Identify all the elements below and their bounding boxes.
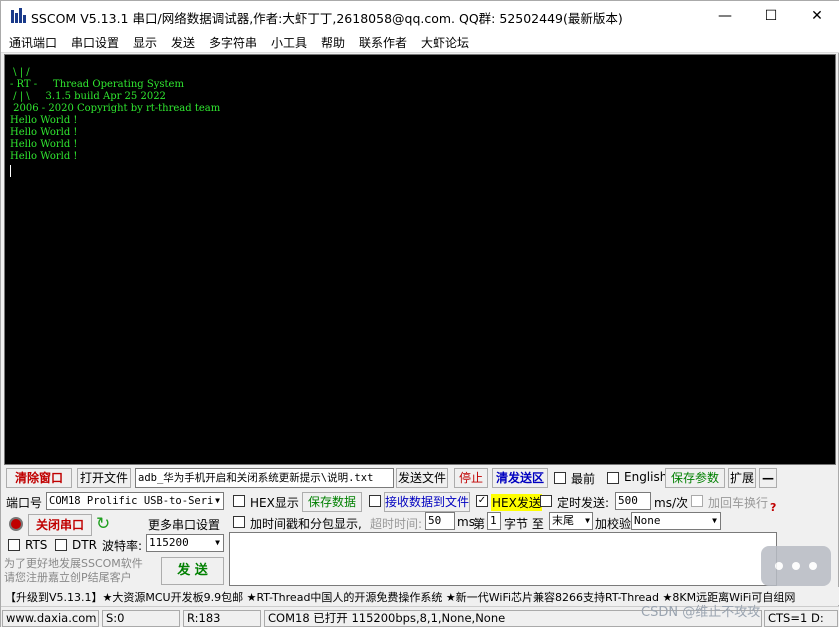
- more-port-settings-link[interactable]: 更多串口设置: [148, 516, 220, 533]
- open-file-button[interactable]: 打开文件: [77, 468, 131, 488]
- timed-send-label: 定时发送:: [557, 496, 610, 510]
- status-cts: CTS=1 D:: [764, 610, 838, 627]
- send-textarea[interactable]: [229, 532, 777, 586]
- clear-window-button[interactable]: 清除窗口: [6, 468, 72, 488]
- english-label: English: [624, 470, 668, 484]
- menu-forum[interactable]: 大虾论坛: [421, 34, 469, 51]
- timestamp-label: 加时间戳和分包显示,: [250, 517, 362, 531]
- dtr-label: DTR: [72, 538, 97, 552]
- sscom-window: SSCOM V5.13.1 串口/网络数据调试器,作者:大虾丁丁,2618058…: [0, 0, 839, 627]
- clear-send-button[interactable]: 清发送区: [492, 468, 548, 488]
- maximize-button[interactable]: ☐: [748, 1, 794, 31]
- chat-dot-icon: [809, 562, 817, 570]
- add-crlf-label: 加回车换行: [708, 496, 769, 510]
- timed-unit-label: ms/次: [654, 496, 688, 510]
- baud-select[interactable]: 115200 ▼: [146, 534, 224, 552]
- status-received: R:183: [183, 610, 261, 627]
- add-crlf-checkbox[interactable]: [691, 495, 703, 507]
- send-file-button[interactable]: 发送文件: [396, 468, 448, 488]
- expand-button[interactable]: 扩展: [728, 468, 756, 488]
- timed-send-checkbox[interactable]: [540, 495, 552, 507]
- byte-to-label: 字节 至: [504, 517, 544, 531]
- stop-button[interactable]: 停止: [454, 468, 488, 488]
- status-sent: S:0: [102, 610, 180, 627]
- nth-label: 第: [473, 517, 486, 531]
- timeout-label: 超时时间:: [370, 517, 423, 531]
- hex-send-label: HEX发送: [491, 494, 542, 511]
- chevron-down-icon: ▼: [215, 538, 220, 547]
- checksum-select[interactable]: None ▼: [631, 512, 721, 530]
- dtr-checkbox[interactable]: [55, 539, 67, 551]
- text-cursor: [10, 165, 11, 177]
- menu-comm-port[interactable]: 通讯端口: [9, 34, 57, 51]
- menu-bar: 通讯端口 串口设置 显示 发送 多字符串 小工具 帮助 联系作者 大虾论坛: [1, 31, 839, 53]
- help-icon[interactable]: ?: [770, 501, 776, 514]
- menu-send[interactable]: 发送: [171, 34, 195, 51]
- close-port-button[interactable]: 关闭串口: [28, 514, 92, 536]
- file-path-field[interactable]: adb_华为手机开启和关闭系统更新提示\说明.txt: [135, 468, 394, 488]
- chat-bubble-icon[interactable]: [761, 546, 831, 586]
- baud-select-value: 115200: [149, 536, 189, 549]
- menu-help[interactable]: 帮助: [321, 34, 345, 51]
- menu-multi-string[interactable]: 多字符串: [209, 34, 257, 51]
- end-byte-select[interactable]: 末尾 ▼: [549, 512, 593, 530]
- start-byte-input[interactable]: 1: [487, 512, 501, 530]
- close-button[interactable]: ✕: [794, 1, 839, 31]
- chevron-down-icon: ▼: [712, 516, 717, 525]
- terminal-output: \ | / - RT - Thread Operating System / |…: [10, 67, 221, 162]
- port-status-icon: [9, 517, 23, 531]
- topmost-checkbox[interactable]: [554, 472, 566, 484]
- promo-line-1: 为了更好地发展SSCOM软件: [4, 557, 143, 570]
- timeout-input[interactable]: 50: [425, 512, 455, 530]
- port-select-value: COM18 Prolific USB-to-Seri: [49, 495, 214, 507]
- checksum-value: None: [634, 514, 661, 527]
- hex-send-checkbox[interactable]: ✓: [476, 495, 488, 507]
- hex-display-checkbox[interactable]: [233, 495, 245, 507]
- promo-text: 为了更好地发展SSCOM软件 请您注册嘉立创P结尾客户: [4, 557, 143, 585]
- baud-label: 波特率:: [102, 539, 143, 553]
- chat-dot-icon: [775, 562, 783, 570]
- timestamp-checkbox[interactable]: [233, 516, 245, 528]
- save-data-button[interactable]: 保存数据: [302, 492, 362, 512]
- english-checkbox[interactable]: [607, 472, 619, 484]
- receive-terminal[interactable]: \ | / - RT - Thread Operating System / |…: [4, 54, 836, 465]
- collapse-button[interactable]: —: [759, 468, 777, 488]
- recv-to-file-button[interactable]: 接收数据到文件: [384, 492, 470, 512]
- end-byte-value: 末尾: [552, 514, 574, 527]
- promo-line-2: 请您注册嘉立创P结尾客户: [4, 571, 132, 584]
- chat-dot-icon: [792, 562, 800, 570]
- minimize-button[interactable]: —: [702, 1, 748, 31]
- topmost-label: 最前: [571, 472, 596, 486]
- chevron-down-icon: ▼: [585, 516, 590, 525]
- port-select[interactable]: COM18 Prolific USB-to-Seri ▼: [46, 492, 224, 510]
- hex-display-label: HEX显示: [250, 496, 299, 510]
- save-params-button[interactable]: 保存参数: [665, 468, 725, 488]
- menu-display[interactable]: 显示: [133, 34, 157, 51]
- recv-to-file-checkbox[interactable]: [369, 495, 381, 507]
- timed-interval-input[interactable]: 500: [615, 492, 651, 510]
- send-button[interactable]: 发 送: [161, 557, 224, 585]
- rts-label: RTS: [25, 538, 48, 552]
- status-website[interactable]: www.daxia.com: [2, 610, 99, 627]
- window-title: SSCOM V5.13.1 串口/网络数据调试器,作者:大虾丁丁,2618058…: [31, 11, 623, 26]
- port-label: 端口号: [6, 496, 43, 510]
- csdn-watermark: CSDN @维止不攻攻: [641, 605, 761, 620]
- menu-port-settings[interactable]: 串口设置: [71, 34, 119, 51]
- title-bar: SSCOM V5.13.1 串口/网络数据调试器,作者:大虾丁丁,2618058…: [1, 1, 839, 31]
- chevron-down-icon: ▼: [215, 496, 220, 505]
- rts-checkbox[interactable]: [8, 539, 20, 551]
- menu-contact-author[interactable]: 联系作者: [359, 34, 407, 51]
- refresh-icon[interactable]: ↻: [96, 514, 110, 534]
- checksum-label: 加校验: [595, 517, 632, 531]
- menu-tools[interactable]: 小工具: [271, 34, 307, 51]
- app-icon: [11, 8, 26, 23]
